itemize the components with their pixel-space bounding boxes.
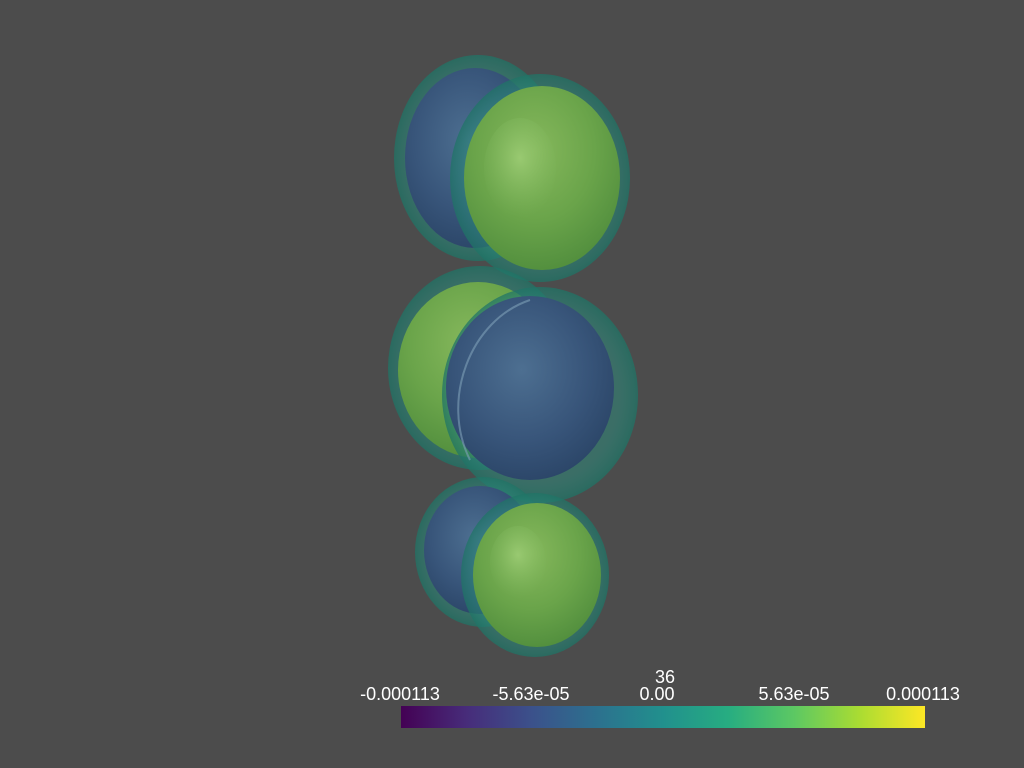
isosurface-scene[interactable]	[0, 0, 1024, 768]
render-viewport[interactable]: 36 -0.000113 -5.63e-05 0.00 5.63e-05 0.0…	[0, 0, 1024, 768]
scalar-bar-tick-label: -0.000113	[360, 684, 440, 704]
scalar-bar-tick-label: 0.000113	[886, 684, 960, 704]
scalar-bar-tick-label: 5.63e-05	[758, 684, 830, 704]
bottom-positive-highlight	[490, 526, 546, 598]
scalar-bar-colorbar	[401, 706, 925, 728]
bottom-lobe-pair	[415, 477, 609, 657]
top-lobe-pair	[394, 55, 630, 282]
middle-lobe-pair	[388, 266, 638, 503]
top-positive-highlight	[484, 118, 556, 218]
middle-negative-lobe	[446, 296, 614, 480]
scalar-bar-tick-label: -5.63e-05	[492, 684, 570, 704]
scalar-bar-tick-label: 0.00	[639, 684, 675, 704]
